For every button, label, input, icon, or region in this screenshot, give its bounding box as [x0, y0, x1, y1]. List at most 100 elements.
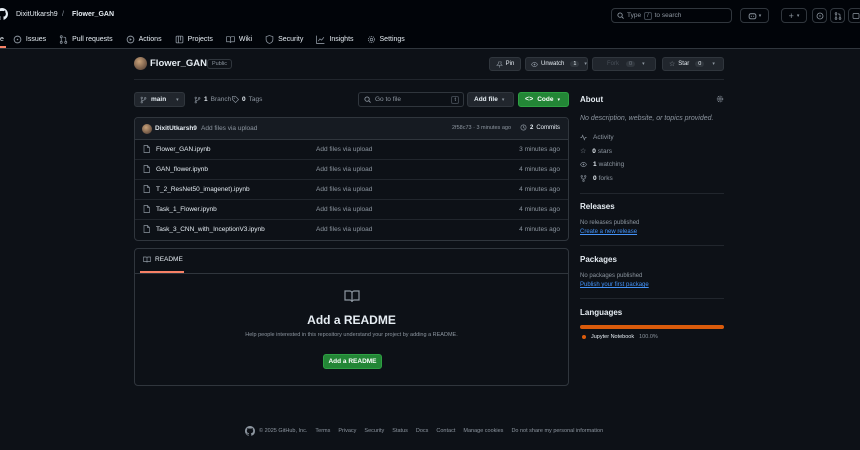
- language-color-dot: [582, 335, 586, 339]
- file-icon: [143, 145, 150, 153]
- footer-link-security[interactable]: Security: [364, 428, 384, 434]
- footer-link-cookies[interactable]: Manage cookies: [463, 428, 503, 434]
- search-input[interactable]: Type / to search: [611, 8, 732, 23]
- visibility-badge: Public: [207, 59, 232, 69]
- publish-package-link[interactable]: Publish your first package: [580, 282, 649, 288]
- branch-selector[interactable]: main ▾: [134, 92, 185, 107]
- add-readme-button[interactable]: Add a README: [323, 354, 382, 369]
- file-name[interactable]: Task_1_Flower.ipynb: [156, 206, 217, 213]
- tab-pull-requests[interactable]: Pull requests: [59, 34, 113, 44]
- search-icon: [617, 12, 624, 19]
- tags-link[interactable]: 0 Tags: [232, 92, 262, 107]
- code-tab-fragment: e: [0, 35, 4, 43]
- tab-code[interactable]: e: [0, 36, 4, 43]
- go-to-file-key: t: [451, 95, 459, 104]
- commit-message[interactable]: Add files via upload: [201, 125, 257, 132]
- tab-insights[interactable]: Insights: [316, 35, 354, 44]
- add-file-button[interactable]: Add file ▾: [467, 92, 514, 107]
- file-row[interactable]: T_2_ResNet50_imagenet).ipynb Add files v…: [135, 180, 568, 200]
- file-name[interactable]: T_2_ResNet50_imagenet).ipynb: [156, 186, 250, 193]
- code-label: Code: [537, 96, 554, 103]
- pin-label: Pin: [505, 61, 515, 67]
- footer-link-status[interactable]: Status: [392, 428, 408, 434]
- copilot-icon: [748, 12, 757, 20]
- copilot-button[interactable]: ▾: [740, 8, 769, 23]
- repo-link[interactable]: Flower_GAN: [72, 11, 114, 18]
- plus-icon: +: [788, 10, 794, 21]
- tab-security[interactable]: Security: [265, 34, 304, 44]
- pull-requests-button[interactable]: [830, 8, 845, 23]
- go-to-file-input[interactable]: Go to file t: [358, 92, 464, 107]
- tab-projects[interactable]: Projects: [175, 35, 213, 44]
- commits-link[interactable]: 2 Commits: [520, 124, 560, 131]
- packages-title[interactable]: Packages: [580, 255, 617, 264]
- file-row[interactable]: Task_1_Flower.ipynb Add files via upload…: [135, 200, 568, 220]
- chevron-down-icon: ▾: [176, 96, 179, 103]
- tab-label: Actions: [138, 35, 162, 43]
- releases-title[interactable]: Releases: [580, 202, 615, 211]
- repo-title[interactable]: Flower_GAN: [150, 58, 207, 69]
- footer-link-do-not-share[interactable]: Do not share my personal information: [511, 428, 603, 434]
- file-row[interactable]: GAN_flower.ipynb Add files via upload 4 …: [135, 160, 568, 180]
- file-commit-message[interactable]: Add files via upload: [316, 206, 372, 213]
- stars-label: stars: [597, 147, 612, 155]
- file-row[interactable]: Flower_GAN.ipynb Add files via upload 3 …: [135, 140, 568, 160]
- gear-icon[interactable]: [716, 95, 724, 103]
- tab-issues[interactable]: Issues: [13, 35, 46, 44]
- tab-wiki[interactable]: Wiki: [226, 35, 252, 44]
- fork-button[interactable]: Fork 0 ▾: [592, 57, 656, 71]
- github-logo-icon[interactable]: [0, 8, 8, 20]
- file-icon: [143, 185, 150, 193]
- watchers-link[interactable]: 1 watching: [580, 161, 624, 168]
- avatar[interactable]: [142, 124, 152, 134]
- star-button[interactable]: ☆ Star 0 ▾: [662, 57, 724, 71]
- tab-readme[interactable]: README: [143, 256, 183, 263]
- packages-text: No packages published: [580, 273, 643, 279]
- commit-hash-time[interactable]: 2f58c73 · 3 minutes ago: [452, 125, 511, 131]
- footer-link-terms[interactable]: Terms: [315, 428, 330, 434]
- footer-link-privacy[interactable]: Privacy: [338, 428, 356, 434]
- pull-request-icon: [59, 34, 68, 44]
- tab-label: Security: [278, 35, 304, 43]
- file-commit-message[interactable]: Add files via upload: [316, 186, 372, 193]
- activity-link[interactable]: Activity: [580, 134, 614, 141]
- create-new-button[interactable]: + ▾: [781, 8, 807, 23]
- tag-icon: [232, 96, 239, 103]
- code-button[interactable]: <> Code ▾: [518, 92, 569, 107]
- file-time: 3 minutes ago: [519, 146, 560, 153]
- file-name[interactable]: Task_3_CNN_with_InceptionV3.ipynb: [156, 226, 265, 233]
- github-footer-icon[interactable]: [245, 426, 255, 436]
- forks-link[interactable]: 0 forks: [580, 175, 613, 182]
- unwatch-button[interactable]: Unwatch 1 ▾: [525, 57, 588, 71]
- footer-link-contact[interactable]: Contact: [436, 428, 455, 434]
- book-icon: [143, 256, 151, 263]
- commit-author[interactable]: DixitUtkarsh9: [155, 125, 197, 132]
- latest-commit-row: DixitUtkarsh9 Add files via upload 2f58c…: [135, 118, 568, 140]
- file-commit-message[interactable]: Add files via upload: [316, 166, 372, 173]
- tab-actions[interactable]: Actions: [126, 35, 162, 44]
- notifications-button[interactable]: [848, 8, 860, 23]
- issues-button[interactable]: [812, 8, 827, 23]
- file-row[interactable]: Task_3_CNN_with_InceptionV3.ipynb Add fi…: [135, 220, 568, 240]
- file-name[interactable]: Flower_GAN.ipynb: [156, 146, 211, 153]
- tab-settings[interactable]: Settings: [367, 35, 405, 44]
- search-shortcut-key: /: [644, 11, 652, 20]
- language-item[interactable]: Jupyter Notebook 100.0%: [582, 334, 658, 340]
- search-placeholder-post: to search: [654, 12, 682, 19]
- star-label: Star: [678, 61, 690, 67]
- file-commit-message[interactable]: Add files via upload: [316, 146, 372, 153]
- forks-label: forks: [598, 175, 613, 182]
- footer-link-docs[interactable]: Docs: [416, 428, 429, 434]
- languages-title: Languages: [580, 308, 623, 317]
- create-release-link[interactable]: Create a new release: [580, 229, 637, 235]
- pin-button[interactable]: Pin: [489, 57, 521, 71]
- readme-tab-label: README: [155, 256, 183, 263]
- file-commit-message[interactable]: Add files via upload: [316, 226, 372, 233]
- branches-link[interactable]: 1 Branch: [194, 92, 231, 107]
- branches-label: Branch: [210, 96, 232, 103]
- go-to-file-placeholder: Go to file: [375, 96, 402, 103]
- owner-link[interactable]: DixitUtkarsh9: [16, 11, 58, 18]
- chevron-down-icon: ▾: [642, 61, 645, 67]
- stars-link[interactable]: ☆ 0 stars: [580, 147, 612, 156]
- file-name[interactable]: GAN_flower.ipynb: [156, 166, 208, 173]
